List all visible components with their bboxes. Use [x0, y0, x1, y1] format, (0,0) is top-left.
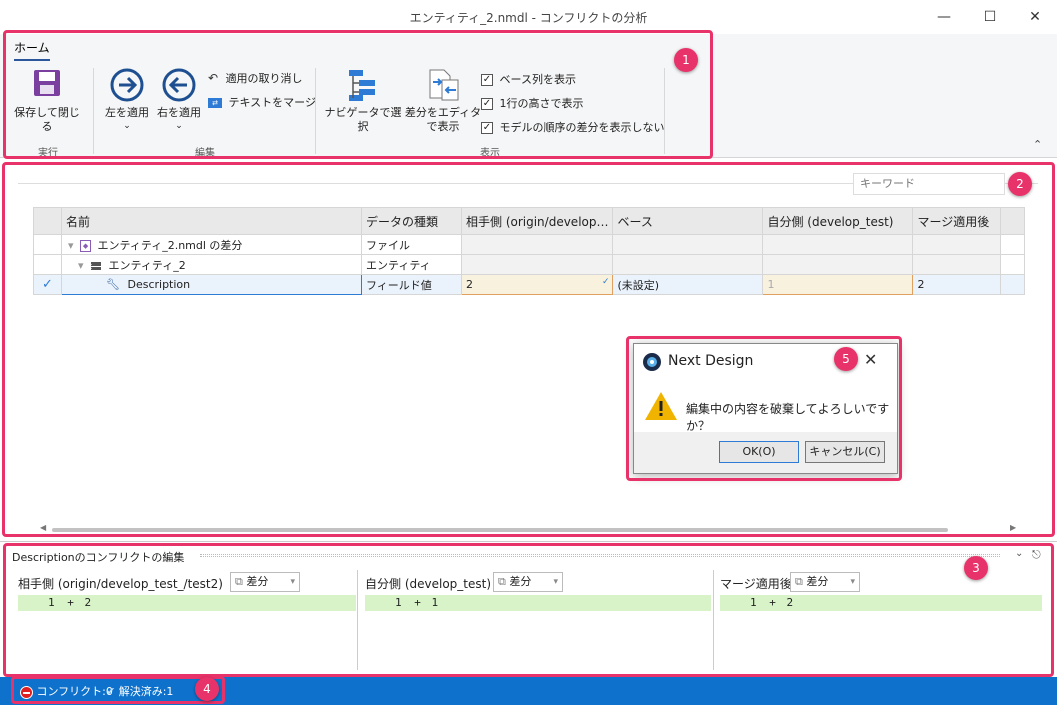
callout-badge-4: 4	[195, 677, 219, 701]
title-bar: エンティティ_2.nmdl - コンフリクトの分析 — ☐ ✕	[0, 0, 1057, 34]
callout-badge-2: 2	[1008, 172, 1032, 196]
minimize-button[interactable]: —	[930, 6, 958, 28]
collapse-ribbon-icon[interactable]: ⌃	[1033, 138, 1042, 151]
close-window-button[interactable]: ✕	[1021, 6, 1049, 28]
callout-badge-1: 1	[674, 48, 698, 72]
window-title: エンティティ_2.nmdl - コンフリクトの分析	[409, 11, 648, 25]
callout-frame-5	[626, 336, 902, 481]
callout-frame-1	[3, 30, 713, 159]
callout-frame-3	[3, 543, 1054, 677]
maximize-button[interactable]: ☐	[976, 6, 1004, 28]
callout-badge-5: 5	[834, 347, 858, 371]
callout-badge-3: 3	[964, 556, 988, 580]
callout-frame-4	[11, 676, 225, 704]
